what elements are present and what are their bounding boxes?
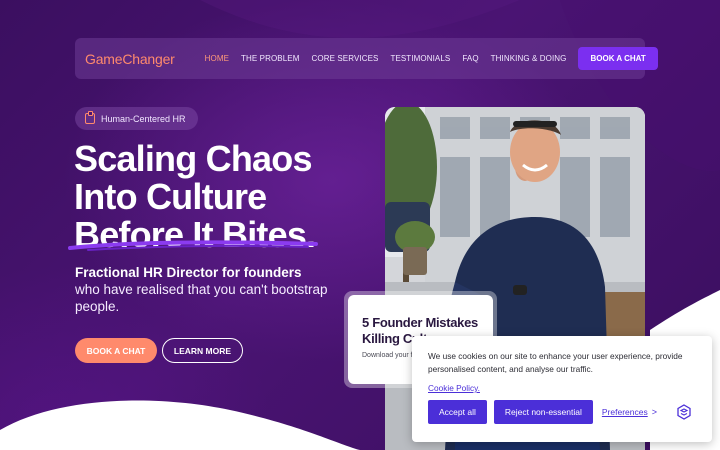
nav-item-home[interactable]: HOME <box>205 54 229 63</box>
clipboard-icon <box>85 111 95 124</box>
hero-subheading: Fractional HR Director for founders who … <box>75 264 345 315</box>
headline-underline-stroke <box>68 240 318 251</box>
nav-book-chat-button[interactable]: BOOK A CHAT <box>578 47 658 70</box>
hero-learn-more-button[interactable]: LEARN MORE <box>162 338 243 363</box>
nav-item-thinking-doing[interactable]: THINKING & DOING <box>491 54 567 63</box>
nav-menu: HOME THE PROBLEM CORE SERVICES TESTIMONI… <box>205 54 579 63</box>
cookie-reject-button[interactable]: Reject non-essential <box>493 400 593 424</box>
nav-item-testimonials[interactable]: TESTIMONIALS <box>390 54 450 63</box>
headline-line-1: Scaling Chaos <box>74 138 312 179</box>
hero-tag-label: Human-Centered HR <box>101 113 186 124</box>
cookie-settings-icon[interactable] <box>676 404 692 420</box>
headline-line-2: Into Culture <box>74 176 267 217</box>
brand-logo[interactable]: GameChanger <box>85 51 175 67</box>
nav-item-core-services[interactable]: CORE SERVICES <box>312 54 379 63</box>
cookie-message: We use cookies on our site to enhance yo… <box>428 351 683 374</box>
hero-tag-pill: Human-Centered HR <box>75 107 198 130</box>
hero-subheading-rest: who have realised that you can't bootstr… <box>75 282 328 314</box>
hero-book-chat-button[interactable]: BOOK A CHAT <box>75 338 157 363</box>
nav-item-the-problem[interactable]: THE PROBLEM <box>241 54 299 63</box>
top-navigation: GameChanger HOME THE PROBLEM CORE SERVIC… <box>75 38 658 79</box>
hero-headline: Scaling Chaos Into Culture Before It Bit… <box>74 140 374 254</box>
cookie-actions: Accept all Reject non-essential Preferen… <box>428 400 657 424</box>
cookie-policy-link[interactable]: Cookie Policy. <box>428 383 480 393</box>
cookie-preferences-link[interactable]: Preferences <box>602 407 648 417</box>
nav-item-faq[interactable]: FAQ <box>462 54 478 63</box>
cookie-accept-all-button[interactable]: Accept all <box>428 400 487 424</box>
chevron-right-icon: > <box>651 407 657 417</box>
cookie-consent-banner: We use cookies on our site to enhance yo… <box>412 336 712 442</box>
hero-subheading-bold: Fractional HR Director for founders <box>75 265 302 280</box>
